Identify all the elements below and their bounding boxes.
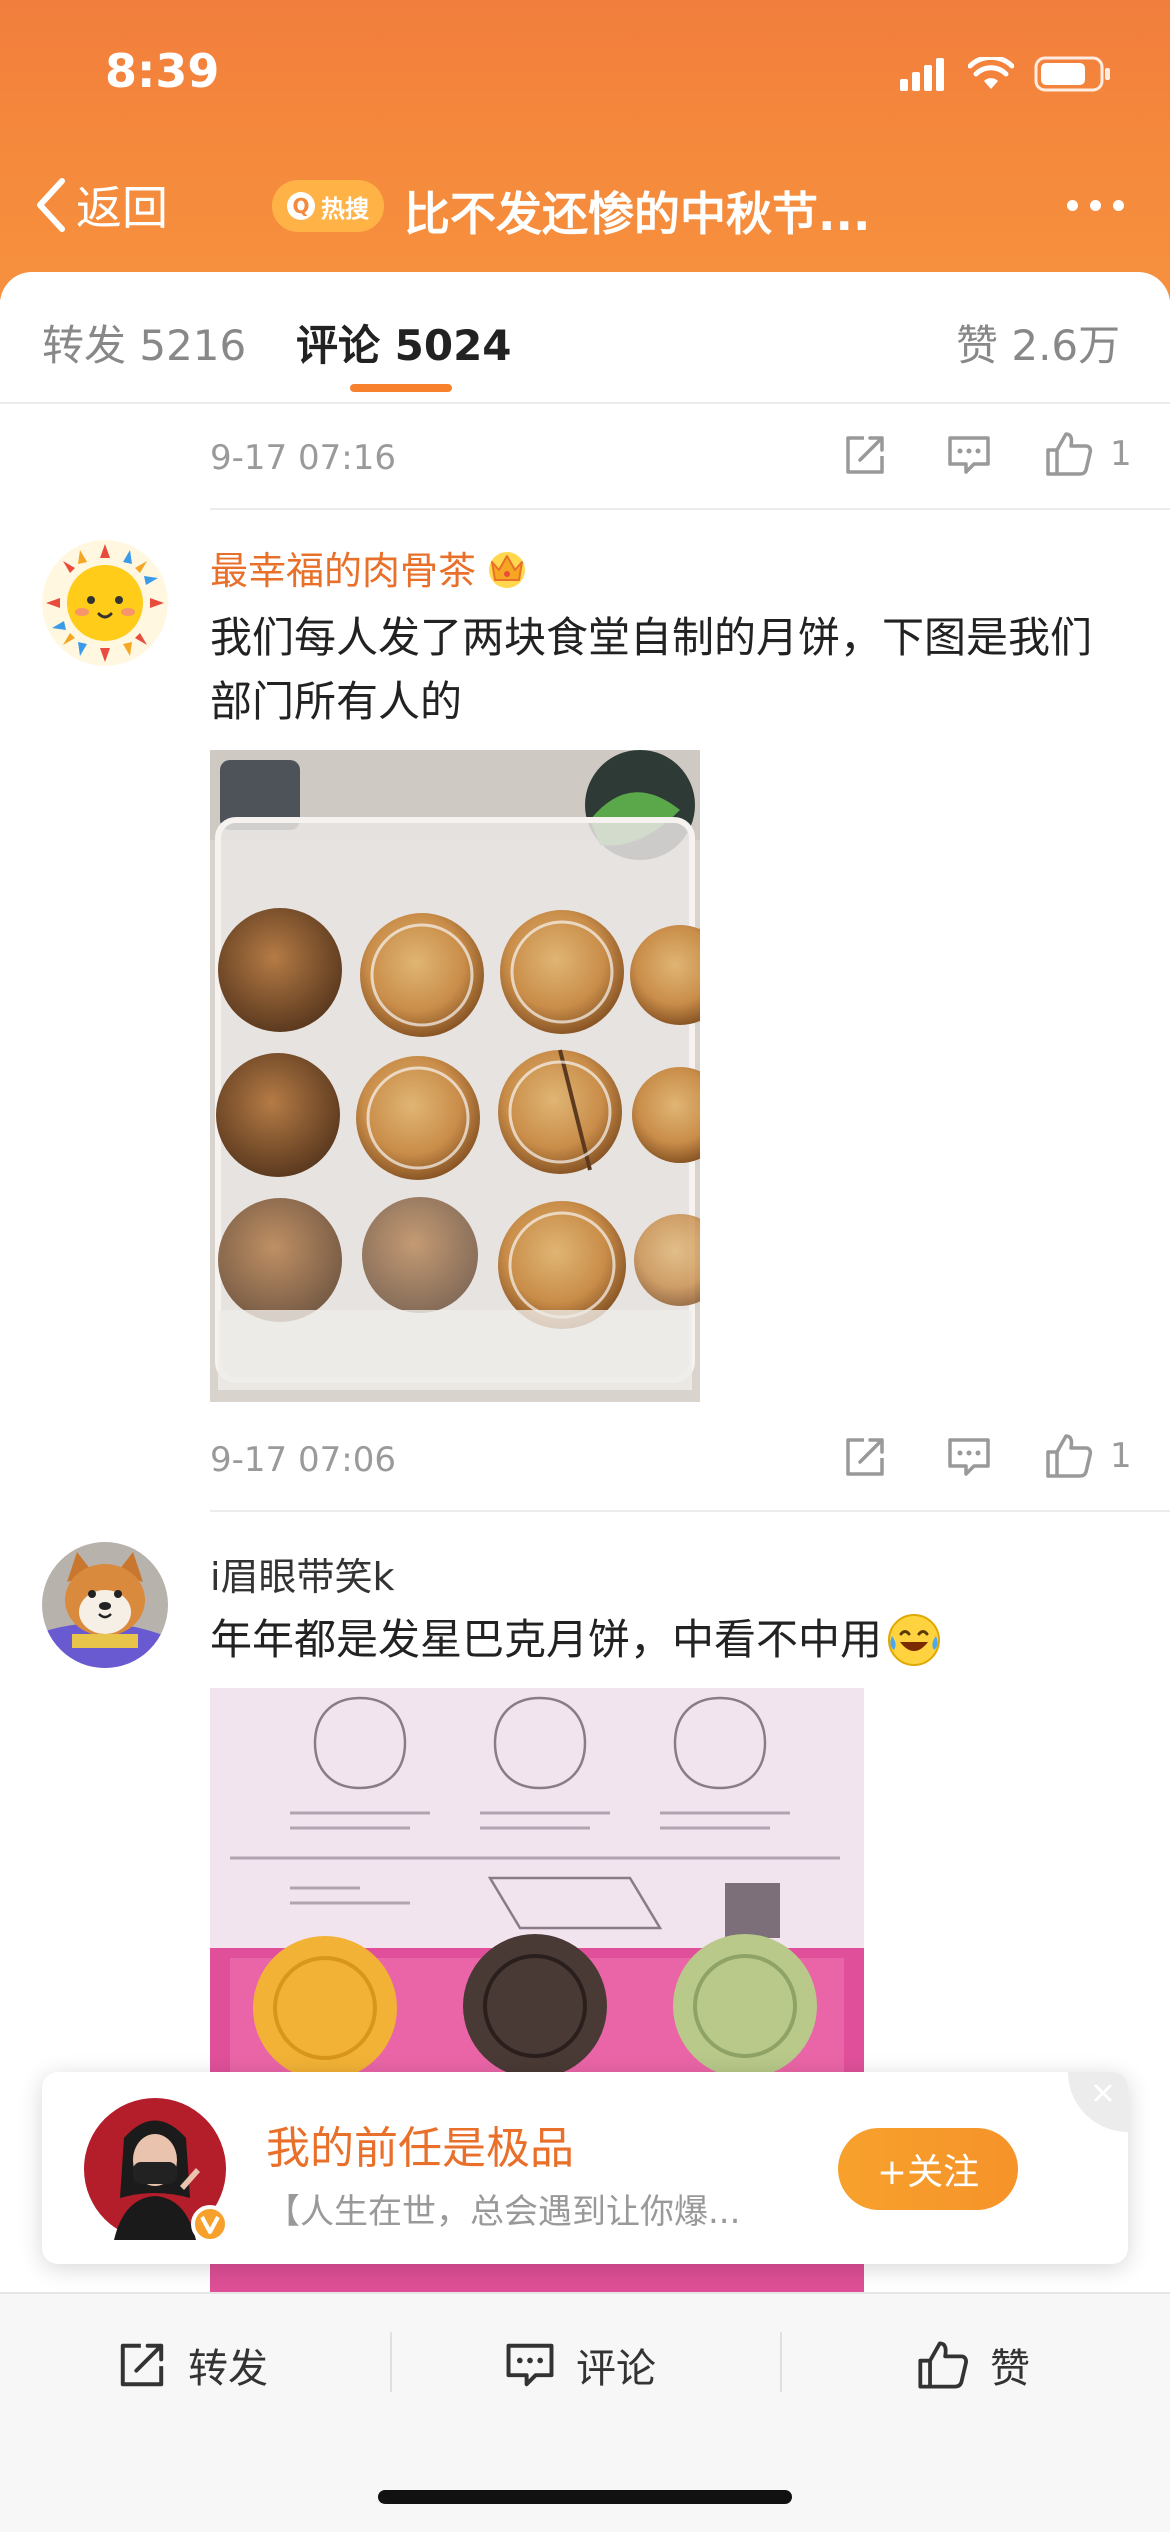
signal-icon: [900, 58, 944, 91]
more-dot: [1113, 200, 1124, 211]
follow-button[interactable]: +关注: [838, 2128, 1018, 2210]
page-title: 比不发还惨的中秋节...: [404, 187, 871, 241]
sun-avatar-icon: [42, 540, 168, 666]
crown-icon: [489, 551, 526, 588]
like-button[interactable]: 赞: [916, 2336, 1030, 2394]
comment-time: 9-17 07:16: [210, 438, 396, 478]
username[interactable]: i眉眼带笑k: [210, 1546, 395, 1601]
repost-icon: [846, 1438, 884, 1476]
comment-divider: [210, 508, 1170, 510]
comment-button[interactable]: 评论: [504, 2336, 656, 2394]
close-icon: [1068, 2072, 1128, 2132]
comment-icon: [948, 436, 990, 474]
mooncake-photo-drawing: [210, 750, 700, 1402]
tab-divider: [0, 402, 1170, 404]
shiba-dog-avatar-icon: [42, 1542, 168, 1668]
comment-reply-button[interactable]: [946, 1434, 992, 1484]
status-icons: [898, 54, 1112, 94]
mooncakes-in-plastic-tray-photo[interactable]: [210, 750, 700, 1402]
thumbs-up-icon: [1046, 432, 1093, 476]
verified-v-icon: [191, 2205, 229, 2243]
comment-time: 9-17 07:06: [210, 1440, 396, 1480]
bottom-bar-separator: [390, 2332, 392, 2392]
like-count: 1: [1110, 1436, 1132, 1476]
comment-label: 评论: [576, 2346, 656, 2392]
comment-actions: [842, 432, 888, 478]
more-dot: [1067, 200, 1078, 211]
card-description: 【人生在世，总会遇到让你爆...: [266, 2192, 741, 2232]
back-button[interactable]: 返回: [34, 172, 168, 238]
comment-text-row: 年年都是发星巴克月饼，中看不中用: [210, 1608, 1130, 1672]
more-options-button[interactable]: [1067, 200, 1124, 211]
comment-repost-button[interactable]: [842, 1434, 888, 1484]
comment-like-button[interactable]: 1: [1044, 1432, 1132, 1480]
repost-icon: [120, 2343, 164, 2387]
hot-search-label: 热搜: [321, 194, 369, 223]
active-tab-indicator: [350, 384, 452, 392]
repost-button[interactable]: 转发: [116, 2336, 268, 2394]
search-icon: Q: [287, 192, 315, 220]
card-name[interactable]: 我的前任是极品: [266, 2112, 574, 2176]
laugh-cry-emoji: [888, 1614, 941, 1666]
comment-icon: [506, 2343, 554, 2387]
tab-likes[interactable]: 赞 2.6万: [956, 312, 1120, 373]
bottom-bar-border: [0, 2292, 1170, 2294]
thumbs-up-icon: [1046, 1434, 1093, 1478]
thumbs-up-icon: [918, 2341, 968, 2389]
like-label: 赞: [990, 2346, 1030, 2392]
avatar[interactable]: [42, 540, 168, 666]
bottom-bar-separator: [780, 2332, 782, 2392]
tab-comments[interactable]: 评论 5024: [296, 312, 512, 373]
comment-divider: [210, 1510, 1170, 1512]
username-text: 最幸福的肉骨茶: [210, 549, 477, 593]
repost-label: 转发: [188, 2346, 268, 2392]
status-time: 8:39: [105, 44, 220, 98]
comment-text: 我们每人发了两块食堂自制的月饼，下图是我们部门所有人的: [210, 613, 1093, 726]
tab-bar: 转发 5216 评论 5024 赞 2.6万: [0, 272, 1170, 402]
avatar[interactable]: [42, 1542, 168, 1668]
like-count: 1: [1110, 434, 1132, 474]
home-indicator: [378, 2490, 792, 2504]
comment-icon: [948, 1438, 990, 1476]
comment-like-button[interactable]: 1: [1044, 430, 1132, 478]
repost-icon[interactable]: [842, 432, 888, 478]
card-avatar[interactable]: [84, 2098, 229, 2243]
tab-reposts[interactable]: 转发 5216: [42, 312, 246, 373]
comment-text: 年年都是发星巴克月饼，中看不中用: [210, 1615, 883, 1664]
back-label: 返回: [76, 181, 168, 235]
hot-search-badge[interactable]: Q 热搜: [272, 180, 384, 232]
close-card-button[interactable]: [1068, 2072, 1128, 2132]
comment-reply-button[interactable]: [946, 432, 992, 482]
chevron-left-icon: [37, 178, 65, 232]
battery-icon: [1034, 56, 1110, 92]
username[interactable]: 最幸福的肉骨茶: [210, 540, 530, 595]
wifi-icon: [968, 57, 1014, 89]
more-dot: [1090, 200, 1101, 211]
